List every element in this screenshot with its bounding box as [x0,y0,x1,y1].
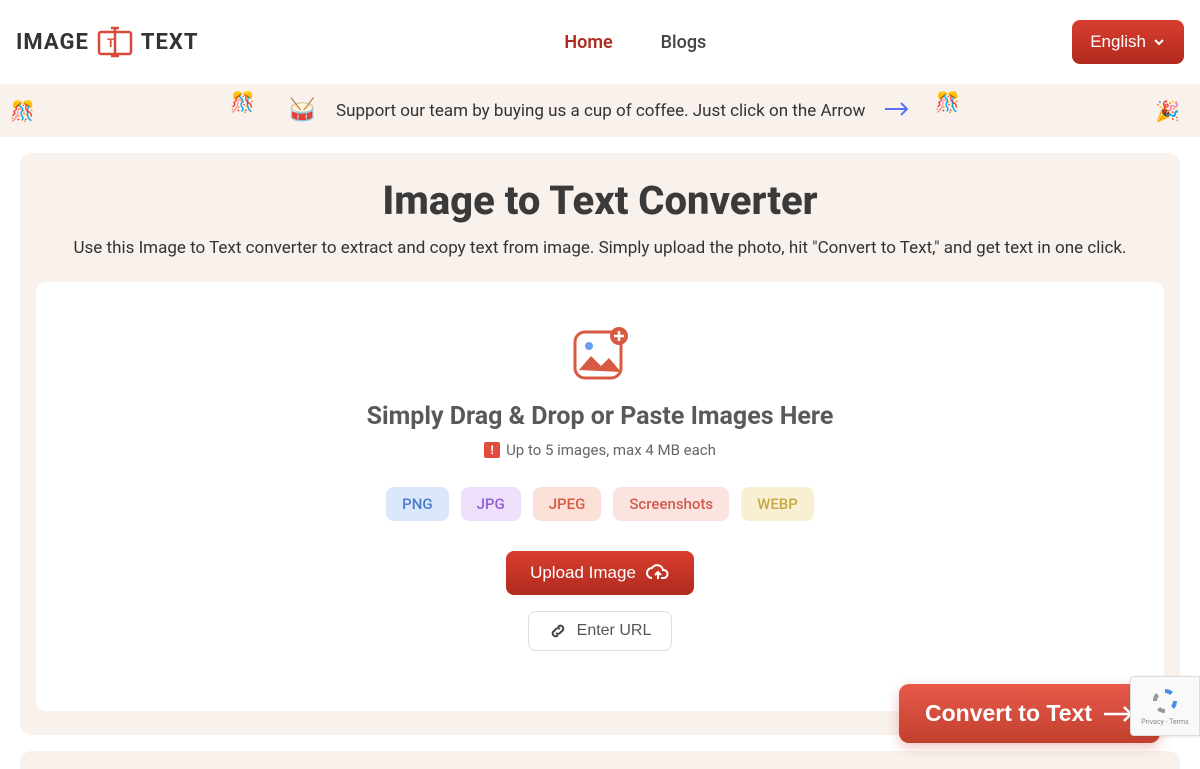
url-button-label: Enter URL [577,622,652,640]
link-icon [549,622,567,640]
language-label: English [1090,32,1146,52]
image-upload-icon [56,326,1144,384]
format-tag-jpeg: JPEG [533,487,602,521]
warning-icon: ! [484,442,500,458]
format-tags: PNG JPG JPEG Screenshots WEBP [56,487,1144,521]
enter-url-button[interactable]: Enter URL [528,611,673,651]
nav-home[interactable]: Home [564,32,612,53]
header: IMAGE T TEXT Home Blogs English [0,0,1200,84]
logo-text-right: TEXT [141,30,199,55]
logo[interactable]: IMAGE T TEXT [16,26,198,58]
svg-text:T: T [107,36,115,50]
main-nav: Home Blogs [564,32,706,53]
format-tag-webp: WEBP [741,487,814,521]
coffee-icon: 🥁 [289,98,316,123]
convert-to-text-button[interactable]: Convert to Text [899,684,1160,743]
format-tag-screenshots: Screenshots [613,487,729,521]
language-selector[interactable]: English [1072,20,1184,64]
upload-button-label: Upload Image [530,563,636,583]
recaptcha-badge[interactable]: Privacy - Terms [1130,676,1200,736]
logo-icon: T [97,26,133,58]
limit-text: Up to 5 images, max 4 MB each [506,441,716,459]
logo-text-left: IMAGE [16,30,89,55]
recaptcha-text: Privacy - Terms [1141,718,1189,726]
convert-button-label: Convert to Text [925,700,1092,727]
support-banner[interactable]: 🎊 🎊 🥁 Support our team by buying us a cu… [0,84,1200,137]
format-tag-jpg: JPG [461,487,521,521]
recaptcha-icon [1150,686,1180,716]
cloud-upload-icon [646,564,670,582]
upload-image-button[interactable]: Upload Image [506,551,694,595]
format-tag-png: PNG [386,487,448,521]
chevron-down-icon [1152,35,1166,49]
confetti-icon: 🎊 [230,90,255,114]
page-title: Image to Text Converter [36,177,1164,224]
dropzone-title: Simply Drag & Drop or Paste Images Here [56,402,1144,431]
main-card: Image to Text Converter Use this Image t… [20,153,1180,735]
dropzone-limit: ! Up to 5 images, max 4 MB each [56,441,1144,459]
banner-text: Support our team by buying us a cup of c… [336,101,865,121]
dropzone[interactable]: Simply Drag & Drop or Paste Images Here … [36,282,1164,711]
nav-blogs[interactable]: Blogs [661,32,707,53]
confetti-icon: 🎉 [1155,99,1180,123]
confetti-icon: 🎊 [935,90,960,114]
next-section-card [20,751,1180,769]
arrow-right-icon[interactable] [885,98,911,123]
page-subtitle: Use this Image to Text converter to extr… [36,238,1164,258]
confetti-icon: 🎊 [10,99,35,123]
